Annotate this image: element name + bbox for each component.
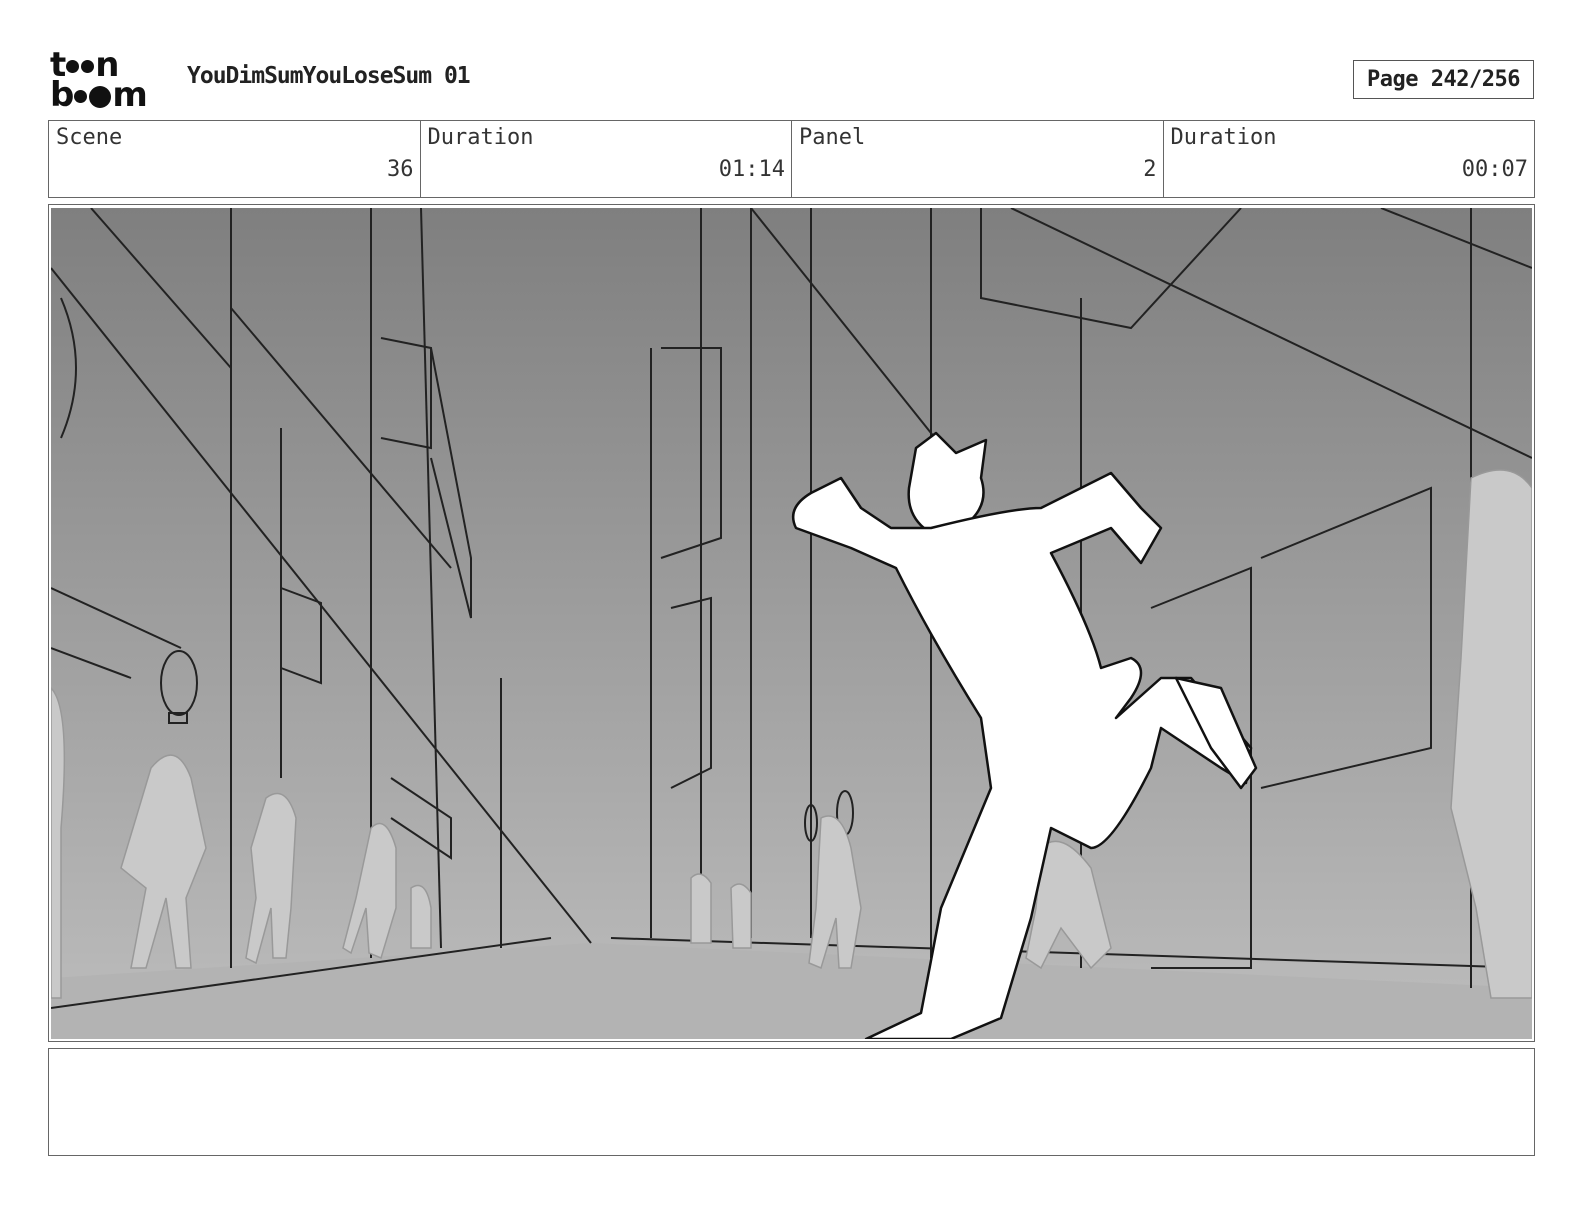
logo-dot — [66, 60, 80, 73]
storyboard-panel-drawing — [51, 208, 1532, 1039]
panel-cell: Panel 2 — [792, 121, 1164, 197]
logo-dot — [81, 60, 95, 73]
scene-info-row: Scene 36 Duration 01:14 Panel 2 Duration… — [48, 120, 1535, 198]
logo-big-dot — [89, 85, 112, 108]
logo-bottom-row: bm — [50, 78, 170, 112]
document-title: YouDimSumYouLoseSum 01 — [187, 63, 471, 89]
scene-cell: Scene 36 — [49, 121, 421, 197]
scene-duration-label: Duration — [427, 125, 534, 150]
panel-notes-area — [48, 1048, 1535, 1156]
panel-label: Panel — [799, 125, 866, 150]
scene-label: Scene — [56, 125, 123, 150]
page-indicator: Page 242/256 — [1353, 60, 1534, 99]
logo-dot — [74, 90, 88, 103]
panel-value: 2 — [1143, 157, 1157, 182]
scene-value: 36 — [387, 157, 414, 182]
panel-duration-value: 00:07 — [1461, 157, 1528, 182]
scene-duration-cell: Duration 01:14 — [421, 121, 792, 197]
panel-duration-cell: Duration 00:07 — [1164, 121, 1535, 197]
scene-duration-value: 01:14 — [718, 157, 785, 182]
logo-letter-b: b — [50, 75, 74, 115]
logo-letter-m: m — [112, 75, 147, 115]
panel-duration-label: Duration — [1170, 125, 1277, 150]
toonboom-logo: tn bm — [50, 48, 170, 114]
